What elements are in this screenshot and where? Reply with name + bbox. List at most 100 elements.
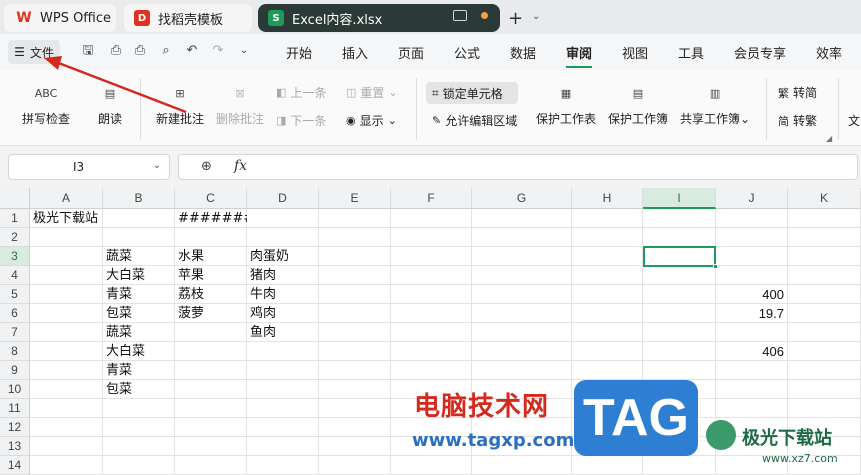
cell-d3[interactable]: 肉蛋奶 bbox=[247, 247, 319, 266]
allow-edit-range-button[interactable]: ✎ 允许编辑区域 bbox=[432, 112, 517, 129]
menu-insert[interactable]: 插入 bbox=[342, 43, 368, 62]
row-header-1[interactable]: 1 bbox=[0, 209, 30, 228]
redo-icon[interactable]: ↷ bbox=[210, 43, 226, 59]
menu-formula[interactable]: 公式 bbox=[454, 43, 480, 62]
new-tab-icon[interactable]: + bbox=[508, 8, 523, 29]
tab-docer-templates[interactable]: D 找稻壳模板 bbox=[124, 4, 252, 32]
cell-b5[interactable]: 青菜 bbox=[103, 285, 175, 304]
function-icon[interactable]: fx bbox=[234, 158, 247, 174]
protect-sheet-button[interactable]: ▦ 保护工作表 bbox=[536, 82, 596, 127]
share-workbook-button[interactable]: ▥ 共享工作簿⌄ bbox=[680, 82, 750, 127]
menu-view[interactable]: 视图 bbox=[622, 43, 648, 62]
cell-c5[interactable]: 荔枝 bbox=[175, 285, 247, 304]
cell-j6[interactable]: 19.7 bbox=[716, 304, 788, 323]
row-header-9[interactable]: 9 bbox=[0, 361, 30, 380]
fill-handle[interactable] bbox=[713, 264, 718, 269]
row-header-6[interactable]: 6 bbox=[0, 304, 30, 323]
cell-b4[interactable]: 大白菜 bbox=[103, 266, 175, 285]
column-header-a[interactable]: A bbox=[30, 188, 103, 209]
row-header-2[interactable]: 2 bbox=[0, 228, 30, 247]
column-header-c[interactable]: C bbox=[175, 188, 247, 209]
cell-j5[interactable]: 400 bbox=[716, 285, 788, 304]
previous-comment-button[interactable]: ◧ 上一条 bbox=[276, 84, 326, 101]
previous-icon: ◧ bbox=[276, 86, 287, 99]
show-button[interactable]: ◉ 显示 ⌄ bbox=[346, 112, 397, 129]
traditional-to-simplified-button[interactable]: 繁 转简 bbox=[778, 84, 817, 101]
cell-a1[interactable]: 极光下载站 bbox=[30, 209, 174, 228]
new-comment-button[interactable]: ⊞ 新建批注 bbox=[156, 82, 204, 127]
name-box[interactable]: I3 ⌄ bbox=[8, 154, 170, 180]
save-icon[interactable]: 🖫 bbox=[80, 43, 96, 59]
export-icon[interactable]: ⎙ bbox=[108, 43, 124, 59]
tab-excel-document[interactable]: S Excel内容.xlsx bbox=[258, 4, 500, 32]
tab-wps-office[interactable]: W WPS Office bbox=[4, 4, 116, 32]
cell-b3[interactable]: 蔬菜 bbox=[103, 247, 175, 266]
print-icon[interactable]: ⎙ bbox=[132, 43, 148, 59]
row-header-13[interactable]: 13 bbox=[0, 437, 30, 456]
spellcheck-button[interactable]: ABC 拼写检查 bbox=[22, 82, 70, 127]
cell-b8[interactable]: 大白菜 bbox=[103, 342, 175, 361]
column-header-g[interactable]: G bbox=[472, 188, 572, 209]
column-header-f[interactable]: F bbox=[391, 188, 472, 209]
column-header-b[interactable]: B bbox=[103, 188, 175, 209]
lock-cell-button[interactable]: ⌗ 锁定单元格 bbox=[426, 82, 518, 104]
row-header-7[interactable]: 7 bbox=[0, 323, 30, 342]
cell-b10[interactable]: 包菜 bbox=[103, 380, 175, 399]
cell-j8[interactable]: 406 bbox=[716, 342, 788, 361]
cell-c6[interactable]: 菠萝 bbox=[175, 304, 247, 323]
cell-b9[interactable]: 青菜 bbox=[103, 361, 175, 380]
menu-page[interactable]: 页面 bbox=[398, 43, 424, 62]
menu-start[interactable]: 开始 bbox=[286, 43, 312, 62]
menu-efficiency[interactable]: 效率 bbox=[816, 43, 842, 62]
ribbon-expand-icon[interactable]: ◢ bbox=[826, 134, 832, 143]
cell-c4[interactable]: 苹果 bbox=[175, 266, 247, 285]
row-header-4[interactable]: 4 bbox=[0, 266, 30, 285]
chevron-down-icon[interactable]: ⌄ bbox=[532, 11, 540, 22]
screen-icon[interactable] bbox=[453, 10, 467, 21]
cell-d7[interactable]: 鱼肉 bbox=[247, 323, 319, 342]
row-header-14[interactable]: 14 bbox=[0, 456, 30, 475]
chevron-down-icon: ⌄ bbox=[388, 86, 398, 99]
row-header-11[interactable]: 11 bbox=[0, 399, 30, 418]
column-header-h[interactable]: H bbox=[572, 188, 643, 209]
simplified-to-traditional-button[interactable]: 简 转繁 bbox=[778, 112, 817, 129]
menu-review[interactable]: 审阅 bbox=[566, 43, 592, 62]
undo-icon[interactable]: ↶ bbox=[184, 43, 200, 59]
formula-input[interactable]: ⊕ fx bbox=[178, 154, 858, 180]
cell-d4[interactable]: 猪肉 bbox=[247, 266, 319, 285]
ribbon-overflow-item[interactable]: 文 bbox=[848, 112, 860, 129]
print-preview-icon[interactable]: ⌕ bbox=[158, 43, 174, 59]
delete-comment-button[interactable]: ⊠ 删除批注 bbox=[216, 82, 264, 127]
menu-member[interactable]: 会员专享 bbox=[734, 43, 786, 62]
column-header-k[interactable]: K bbox=[788, 188, 861, 209]
row-header-5[interactable]: 5 bbox=[0, 285, 30, 304]
cell-c1[interactable]: ######## bbox=[175, 209, 247, 228]
chevron-down-icon[interactable]: ⌄ bbox=[153, 160, 161, 171]
select-all-corner[interactable] bbox=[0, 188, 30, 209]
cell-d6[interactable]: 鸡肉 bbox=[247, 304, 319, 323]
row-header-12[interactable]: 12 bbox=[0, 418, 30, 437]
row-header-3[interactable]: 3 bbox=[0, 247, 30, 266]
read-aloud-button[interactable]: ▤ 朗读 bbox=[98, 82, 122, 127]
menu-tools[interactable]: 工具 bbox=[678, 43, 704, 62]
reset-button[interactable]: ◫ 重置 ⌄ bbox=[346, 84, 398, 101]
next-comment-button[interactable]: ◨ 下一条 bbox=[276, 112, 326, 129]
zoom-icon[interactable]: ⊕ bbox=[201, 159, 212, 174]
row-header-10[interactable]: 10 bbox=[0, 380, 30, 399]
share-workbook-label: 共享工作簿⌄ bbox=[680, 112, 751, 126]
column-header-i[interactable]: I bbox=[643, 188, 716, 209]
chevron-down-icon[interactable]: ⌄ bbox=[236, 43, 252, 59]
column-header-d[interactable]: D bbox=[247, 188, 319, 209]
delete-comment-label: 删除批注 bbox=[216, 112, 265, 126]
file-menu-button[interactable]: ☰ 文件 bbox=[8, 40, 60, 64]
column-header-e[interactable]: E bbox=[319, 188, 391, 209]
cell-b7[interactable]: 蔬菜 bbox=[103, 323, 175, 342]
cell-b6[interactable]: 包菜 bbox=[103, 304, 175, 323]
cell-d5[interactable]: 牛肉 bbox=[247, 285, 319, 304]
active-cell-selection[interactable] bbox=[643, 246, 716, 267]
cell-c3[interactable]: 水果 bbox=[175, 247, 247, 266]
row-header-8[interactable]: 8 bbox=[0, 342, 30, 361]
menu-data[interactable]: 数据 bbox=[510, 43, 536, 62]
protect-workbook-button[interactable]: ▤ 保护工作簿 bbox=[608, 82, 668, 127]
column-header-j[interactable]: J bbox=[716, 188, 788, 209]
